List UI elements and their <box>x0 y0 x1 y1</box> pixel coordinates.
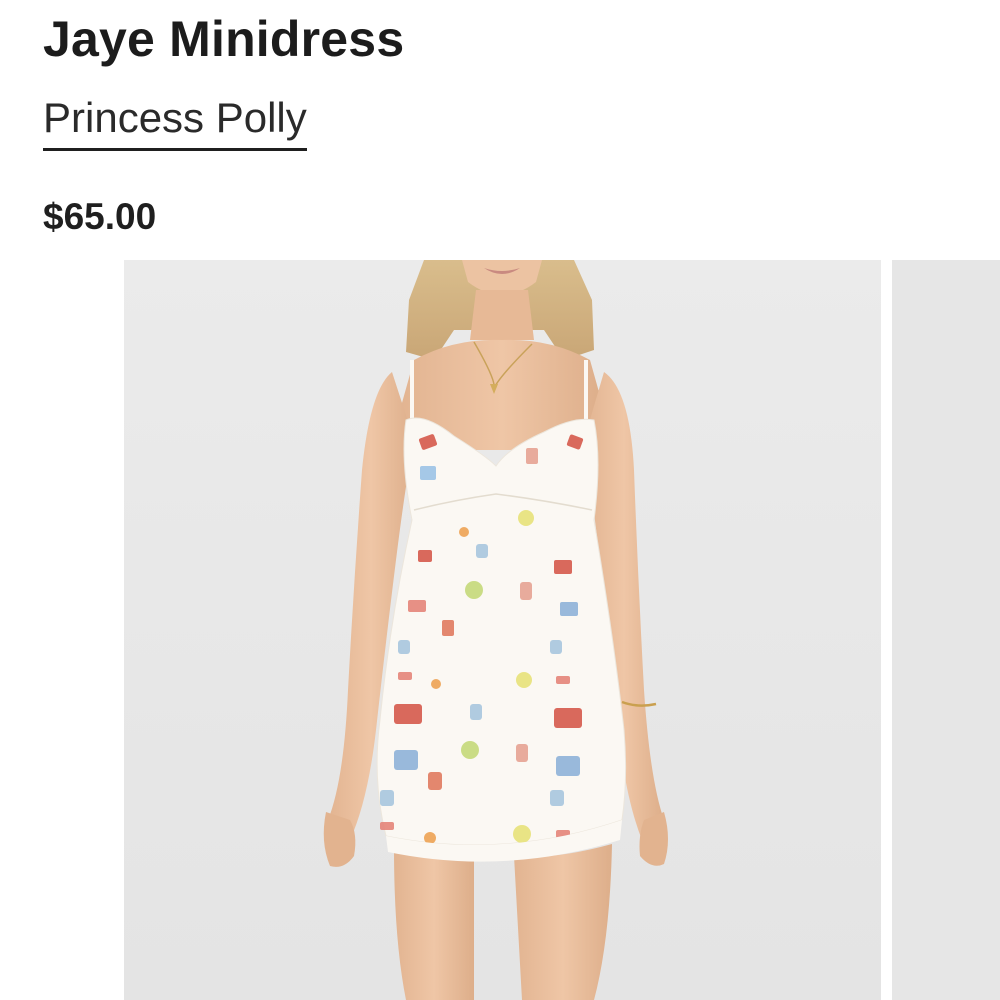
product-title: Jaye Minidress <box>43 11 405 67</box>
model-illustration <box>124 260 881 1000</box>
product-image-main[interactable] <box>124 260 881 1000</box>
dress <box>376 417 627 846</box>
product-price: $65.00 <box>43 196 157 237</box>
product-image-next[interactable] <box>892 260 1000 1000</box>
brand-link[interactable]: Princess Polly <box>43 92 307 151</box>
left-leg <box>394 848 474 1000</box>
image-carousel[interactable] <box>124 260 1000 1000</box>
product-page: Jaye Minidress Princess Polly $65.00 <box>0 0 1000 1000</box>
right-leg <box>514 844 612 1000</box>
